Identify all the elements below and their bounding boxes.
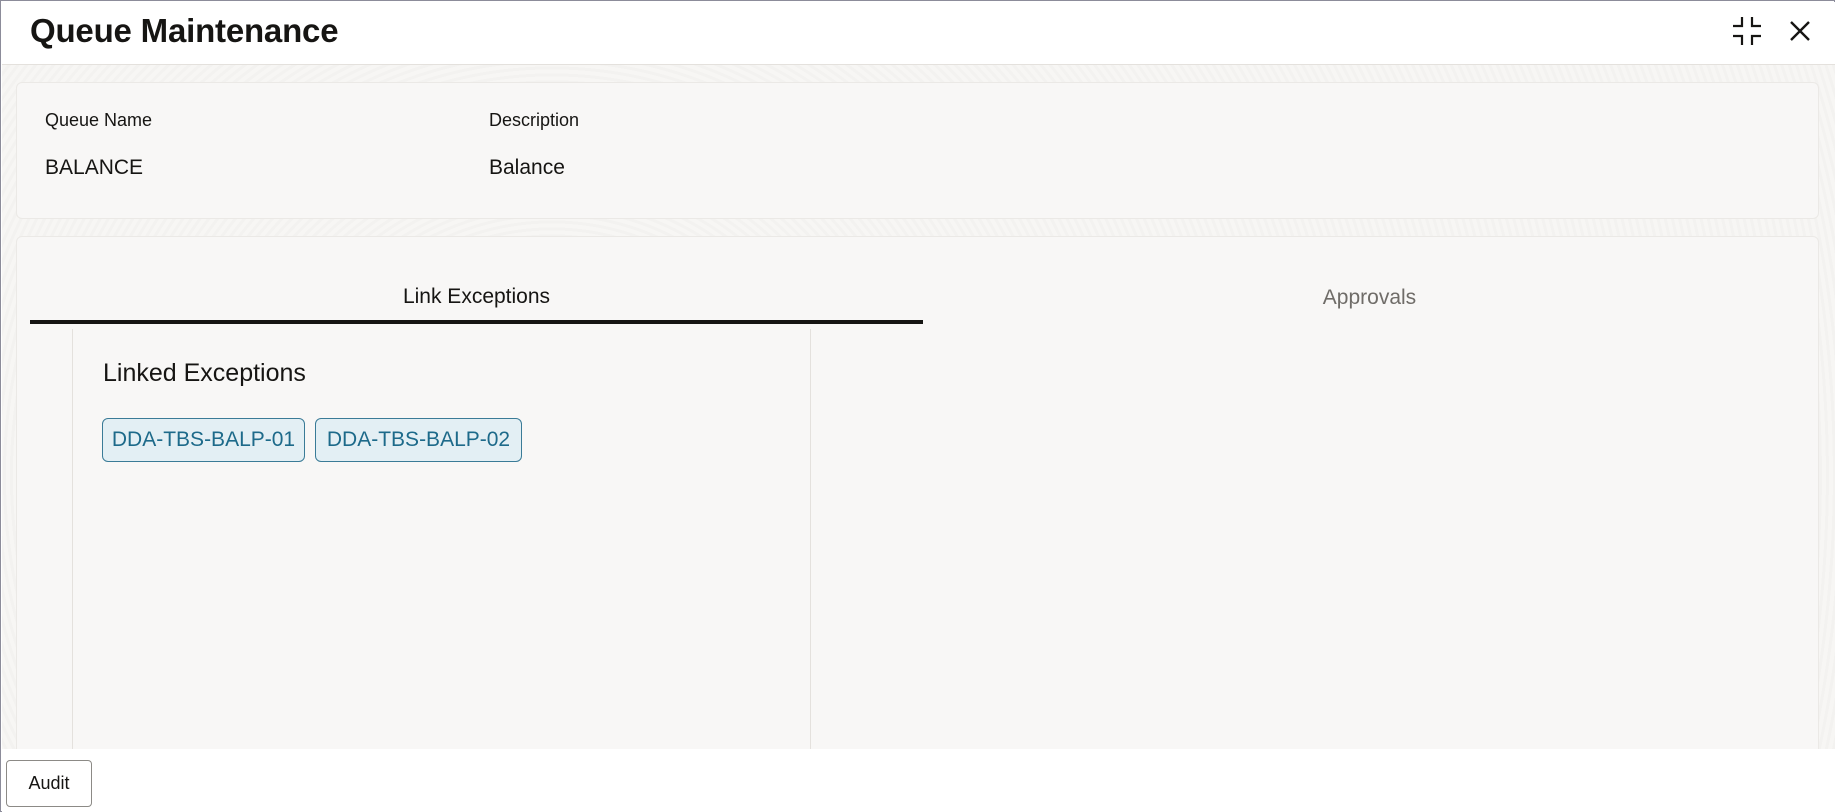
linked-exceptions-panel: Linked Exceptions DDA-TBS-BALP-01 DDA-TB… — [72, 329, 811, 749]
audit-button[interactable]: Audit — [6, 760, 92, 807]
dialog-footer: Audit — [2, 749, 1835, 812]
queue-name-value: BALANCE — [45, 156, 144, 179]
collapse-icon[interactable] — [1730, 14, 1764, 48]
tab-link-exceptions[interactable]: Link Exceptions — [30, 274, 923, 324]
queue-name-label: Queue Name — [45, 110, 153, 130]
description-value: Balance — [489, 156, 565, 179]
linked-exceptions-title: Linked Exceptions — [103, 359, 306, 387]
exception-chip[interactable]: DDA-TBS-BALP-01 — [102, 418, 305, 462]
queue-details-card: Queue Name BALANCE Description Balance — [16, 82, 1819, 219]
description-label: Description — [489, 110, 580, 130]
exception-chip[interactable]: DDA-TBS-BALP-02 — [315, 418, 522, 462]
content-area: Queue Name BALANCE Description Balance L… — [2, 65, 1835, 749]
page-title: Queue Maintenance — [30, 12, 339, 49]
dialog-header: Queue Maintenance — [2, 2, 1835, 65]
tab-approvals[interactable]: Approvals — [923, 274, 1816, 322]
close-icon[interactable] — [1783, 14, 1817, 48]
dialog-window: Queue Maintenance Queue Name BALANCE Des… — [0, 0, 1835, 812]
